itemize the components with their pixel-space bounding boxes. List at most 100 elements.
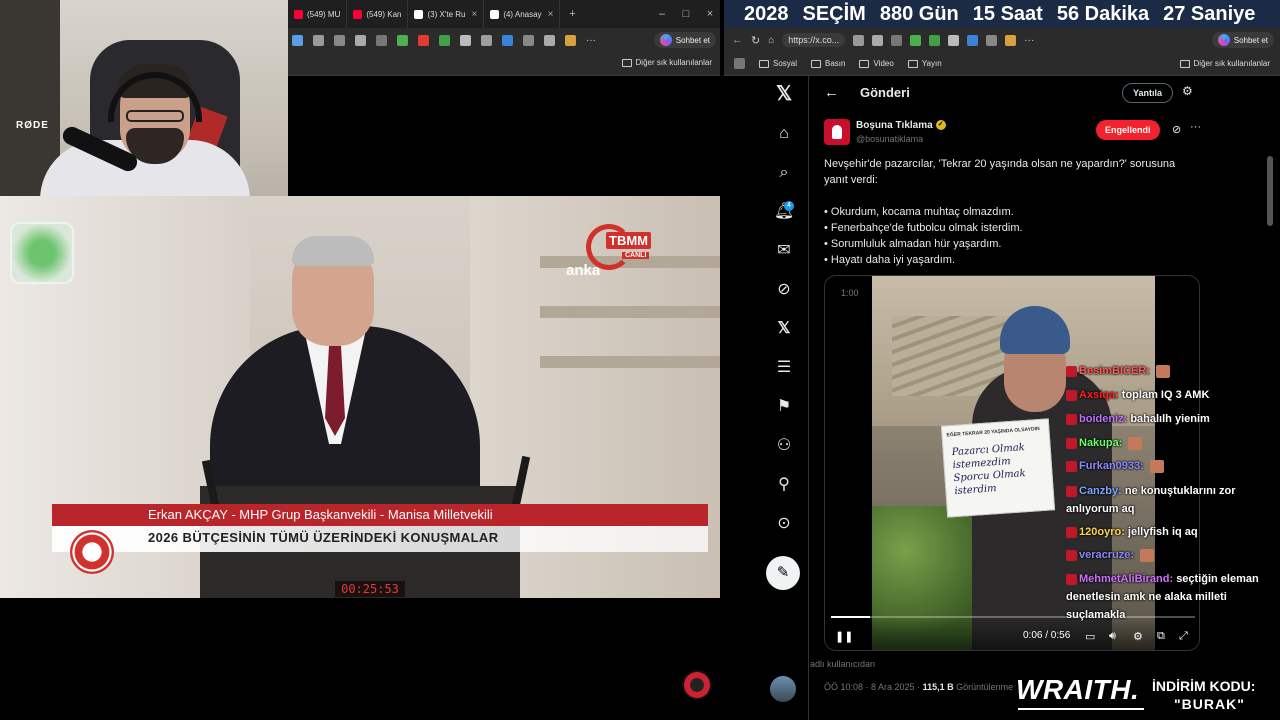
parliament-video[interactable]: TBMM CANLI anka Erkan AKÇAY - MHP Grup B… xyxy=(0,196,720,598)
home-icon[interactable]: ⌂ xyxy=(772,122,796,146)
close-icon[interactable]: × xyxy=(471,9,477,20)
favorites-icon[interactable] xyxy=(986,34,998,46)
home-icon[interactable]: ⌂ xyxy=(768,35,774,46)
account-avatar[interactable] xyxy=(770,676,796,702)
back-icon[interactable]: ← xyxy=(732,34,743,46)
video-progress-bar[interactable] xyxy=(831,616,1195,618)
profile-avatar[interactable] xyxy=(1005,34,1017,46)
close-icon[interactable]: × xyxy=(548,9,554,20)
extension-icon[interactable] xyxy=(397,34,408,46)
sliders-icon[interactable]: ⚙ xyxy=(1182,84,1193,98)
copilot-chat-button[interactable]: Sohbet et xyxy=(653,32,716,48)
nav-divider xyxy=(808,76,809,720)
split-screen-icon[interactable] xyxy=(502,34,513,46)
more-options-icon[interactable]: ··· xyxy=(1190,121,1201,133)
profile-avatar[interactable] xyxy=(565,34,576,46)
bookmark-folder-video[interactable]: Video xyxy=(859,59,894,68)
bookmark-folder-basin[interactable]: Basın xyxy=(811,59,845,68)
chat-username: Furkan0933: xyxy=(1079,460,1147,472)
tab-x-1[interactable]: (3) X'te Ru × xyxy=(408,0,485,28)
extension-icon[interactable] xyxy=(376,34,387,46)
tab-x-2[interactable]: (4) Anasay × xyxy=(484,0,561,28)
tab-actions-icon[interactable] xyxy=(734,58,745,69)
author-avatar[interactable] xyxy=(824,119,850,145)
fullscreen-icon[interactable]: ⤢ xyxy=(1179,630,1188,643)
handwritten-sign: EĞER TEKRAR 20 YAŞINDA OLSAYDIN Pazarcı … xyxy=(940,418,1056,518)
bookmark-other-favorites[interactable]: Diğer sık kullanılanlar xyxy=(621,58,712,67)
back-arrow-icon[interactable]: ← xyxy=(824,84,839,101)
left-bookmarks-bar: Diğer sık kullanılanlar xyxy=(288,52,722,76)
favorite-star-icon[interactable] xyxy=(355,34,366,46)
volume-icon[interactable]: 🔊︎ xyxy=(1109,630,1116,643)
compose-post-button[interactable]: ✎ xyxy=(766,556,800,590)
minimize-icon[interactable]: – xyxy=(650,8,674,20)
video-step xyxy=(540,306,720,318)
communities-icon[interactable]: ⚇ xyxy=(772,434,796,458)
picture-in-picture-icon[interactable]: ⧉ xyxy=(1157,630,1165,643)
chat-username: boideniz: xyxy=(1079,413,1131,425)
bookmark-folder-yayin[interactable]: Yayın xyxy=(907,59,942,68)
extension-icon[interactable] xyxy=(929,34,941,46)
premium-x-icon[interactable]: 𝕏 xyxy=(772,317,796,341)
split-screen-icon[interactable] xyxy=(967,34,979,46)
extension-icon[interactable] xyxy=(948,34,960,46)
lists-icon[interactable]: ☰ xyxy=(772,356,796,380)
blocked-button[interactable]: Engellendi xyxy=(1096,120,1160,140)
discount-code: "BURAK" xyxy=(1174,696,1245,712)
read-aloud-icon[interactable] xyxy=(334,34,345,46)
refresh-icon[interactable] xyxy=(292,34,303,46)
close-window-icon[interactable]: × xyxy=(698,8,722,20)
extension-icon[interactable] xyxy=(891,34,903,46)
bookmarks-icon[interactable]: ⚑ xyxy=(772,395,796,419)
extension-icon[interactable] xyxy=(910,34,922,46)
tbmm-emblem-icon xyxy=(70,530,114,574)
captions-icon[interactable]: ▭ xyxy=(1085,630,1095,643)
topic-caption: 2026 BÜTÇESİNİN TÜMÜ ÜZERİNDEKİ KONUŞMAL… xyxy=(148,530,499,545)
chat-emote-icon xyxy=(1155,364,1170,378)
extension-icon[interactable] xyxy=(460,34,471,46)
page-title: Gönderi xyxy=(860,85,910,100)
author-handle[interactable]: @bosunatiklama xyxy=(856,134,923,144)
grok-explain-icon[interactable]: ⊘ xyxy=(1172,123,1181,136)
copilot-chat-button[interactable]: Sohbet et xyxy=(1211,32,1274,48)
tab-youtube-2[interactable]: (549) Kan xyxy=(347,0,409,28)
media-attribution: adlı kullanıcıdan xyxy=(810,659,875,669)
tab-youtube-1[interactable]: (549) MU xyxy=(288,0,348,28)
refresh-icon[interactable]: ↻ xyxy=(751,34,760,47)
favorite-star-icon[interactable] xyxy=(872,34,884,46)
x-logo-icon[interactable]: 𝕏 xyxy=(772,82,796,106)
address-bar[interactable]: https://x.co... xyxy=(782,33,846,47)
more-icon[interactable]: ··· xyxy=(586,35,596,46)
profile-icon[interactable]: ⚲ xyxy=(772,473,796,497)
chat-text: ne konuştuklarını zor xyxy=(1124,485,1236,497)
settings-gear-icon[interactable]: ⚙ xyxy=(1133,630,1143,643)
bookmark-other-favorites[interactable]: Diğer sık kullanılanlar xyxy=(1179,59,1270,68)
post-timestamp[interactable]: ÖÖ 10:08 · 8 Ara 2025 · xyxy=(824,682,923,692)
page-scrollbar[interactable] xyxy=(1267,156,1273,226)
more-circle-icon[interactable]: ⊙ xyxy=(772,512,796,536)
video-duration-label: 1:00 xyxy=(841,288,859,298)
new-tab-button[interactable]: + xyxy=(560,8,584,20)
extension-icon[interactable] xyxy=(439,34,450,46)
folder-icon xyxy=(759,59,769,68)
read-mode-icon[interactable] xyxy=(853,34,865,46)
clover-jar-overlay xyxy=(10,222,74,284)
chat-badge-icon xyxy=(1066,549,1077,561)
reply-button[interactable]: Yantıla xyxy=(1122,83,1174,103)
countdown-seconds: 27 Saniye xyxy=(1163,2,1256,25)
chat-badge-icon xyxy=(1066,526,1077,538)
more-icon[interactable]: ··· xyxy=(1024,35,1034,46)
zoom-icon[interactable] xyxy=(313,34,324,46)
favorites-icon[interactable] xyxy=(523,34,534,46)
messages-envelope-icon[interactable]: ✉ xyxy=(772,239,796,263)
grok-icon[interactable]: ⊘ xyxy=(772,278,796,302)
bookmark-folder-sosyal[interactable]: Sosyal xyxy=(759,59,797,68)
pause-icon[interactable]: ❚❚ xyxy=(835,630,853,643)
extension-icon[interactable] xyxy=(418,34,429,46)
search-icon[interactable]: ⌕ xyxy=(772,161,796,185)
maximize-icon[interactable]: □ xyxy=(674,8,698,20)
webcam-overlay: RØDE xyxy=(0,0,288,216)
extension-icon[interactable] xyxy=(481,34,492,46)
author-name-row[interactable]: Boşuna Tıklama ✓ xyxy=(856,120,946,131)
collections-icon[interactable] xyxy=(544,34,555,46)
